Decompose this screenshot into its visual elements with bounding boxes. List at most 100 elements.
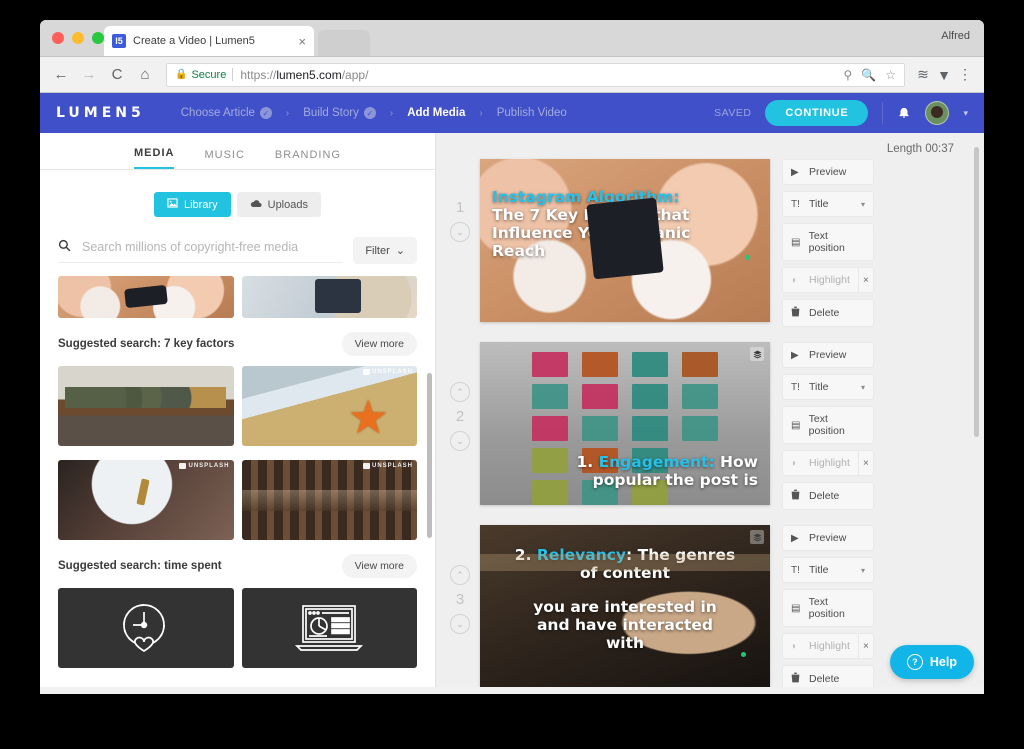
browser-menu-icon[interactable]: ⋮ [956,66,974,83]
storyboard-scrollbar[interactable] [974,147,979,437]
media-thumbnail[interactable]: UNSPLASH [241,366,417,446]
delete-button[interactable]: Delete [782,482,874,510]
step-add-media[interactable]: Add Media [407,107,465,119]
view-more-button[interactable]: View more [341,554,417,578]
highlight-control: ◗ Highlight × [782,267,874,293]
delete-button[interactable]: Delete [782,299,874,327]
media-thumbnail[interactable]: UNSPLASH [58,460,234,540]
lumen5-logo[interactable]: LUMEN5 [56,105,145,121]
divider [882,102,884,124]
text-position-icon: ▤ [791,419,801,431]
text-position-button[interactable]: ▤ Text position [782,406,874,444]
title-style-dropdown[interactable]: T! Title ▾ [782,191,874,217]
window-controls[interactable] [52,32,104,44]
chevron-down-icon: ▾ [860,565,865,575]
trash-icon [791,672,802,686]
library-button[interactable]: Library [154,192,231,217]
tab-branding[interactable]: BRANDING [275,149,341,169]
remove-highlight-button[interactable]: × [858,450,874,476]
close-icon[interactable]: × [298,34,306,49]
preview-button[interactable]: ▶ Preview [782,342,874,368]
caption-text: 1. [576,453,599,471]
tab-music[interactable]: MUSIC [204,149,244,169]
bookmark-star-icon[interactable]: ☆ [885,68,896,82]
media-thumbnail[interactable] [241,588,417,668]
search-input[interactable] [80,238,344,255]
media-results-list[interactable]: Suggested search: 7 key factors View mor… [40,276,435,687]
suggested-search-title: Suggested search: 7 key factors [58,338,235,350]
scene-canvas[interactable]: 1. Engagement: How popular the post is [480,342,770,505]
layers-icon[interactable] [750,530,764,544]
scene-canvas[interactable]: Instagram Algorithm: The 7 Key Factors t… [480,159,770,322]
text-position-button[interactable]: ▤ Text position [782,223,874,261]
remove-highlight-button[interactable]: × [858,267,874,293]
continue-button[interactable]: CONTINUE [765,100,869,126]
step-build-story[interactable]: Build Story ✓ [303,107,376,119]
media-thumbnail[interactable] [241,276,417,318]
home-icon[interactable]: ⌂ [134,64,156,86]
highlight-button[interactable]: ◗ Highlight [782,633,859,659]
back-icon[interactable]: ← [50,64,72,86]
new-tab-button[interactable] [318,30,370,56]
extension-layers-icon[interactable]: ≋ [914,66,932,83]
filter-button[interactable]: Filter ⌄ [353,237,417,264]
minimize-window-button[interactable] [72,32,84,44]
move-scene-down-button[interactable]: ⌄ [450,431,470,451]
scene-caption: 2. Relevancy: The genres of content you … [480,546,770,653]
extension-pocket-icon[interactable]: ▼ [935,67,953,83]
search-icon[interactable]: 🔍 [861,68,876,82]
uploads-button[interactable]: Uploads [236,192,321,217]
unsplash-label: UNSPLASH [371,369,413,375]
highlight-label: Highlight [809,640,850,652]
highlight-dot [745,255,750,260]
move-scene-down-button[interactable]: ⌄ [450,222,470,242]
tab-media[interactable]: MEDIA [134,147,175,169]
search-field[interactable] [58,238,344,263]
help-button[interactable]: ? Help [889,645,974,679]
address-bar[interactable]: 🔒 Secure https://lumen5.com/app/ ⚲ 🔍 ☆ [166,62,905,87]
highlight-button[interactable]: ◗ Highlight [782,450,859,476]
media-thumbnail[interactable] [58,588,234,668]
close-window-button[interactable] [52,32,64,44]
move-scene-up-button[interactable]: ⌃ [450,382,470,402]
maximize-window-button[interactable] [92,32,104,44]
chevron-right-icon: › [285,107,290,119]
browser-toolbar: ← → C ⌂ 🔒 Secure https://lumen5.com/app/… [40,57,984,93]
view-more-button[interactable]: View more [341,332,417,356]
preview-label: Preview [809,532,847,544]
chevron-down-icon[interactable]: ▾ [963,108,968,119]
reload-icon[interactable]: C [106,64,128,86]
magnifier-glyph [58,239,71,251]
avatar[interactable] [925,101,950,125]
browser-tab[interactable]: l5 Create a Video | Lumen5 × [104,26,314,56]
delete-button[interactable]: Delete [782,665,874,687]
question-mark-icon: ? [906,654,923,670]
preview-button[interactable]: ▶ Preview [782,525,874,551]
title-style-dropdown[interactable]: T! Title ▾ [782,557,874,583]
layers-icon[interactable] [750,347,764,361]
title-style-dropdown[interactable]: T! Title ▾ [782,374,874,400]
profile-name[interactable]: Alfred [941,30,970,42]
media-thumbnail[interactable]: UNSPLASH [241,460,417,540]
scene-canvas[interactable]: 2. Relevancy: The genres of content you … [480,525,770,687]
unsplash-badge: UNSPLASH [362,463,413,469]
preview-button[interactable]: ▶ Preview [782,159,874,185]
media-thumbnail[interactable] [58,276,234,318]
text-position-icon: ▤ [791,602,801,614]
sticky-note [631,351,668,377]
remove-highlight-button[interactable]: × [858,633,874,659]
highlight-button[interactable]: ◗ Highlight [782,267,859,293]
sticky-note [631,415,668,441]
media-panel-scrollbar[interactable] [427,373,432,538]
pin-icon[interactable]: ⚲ [843,68,852,82]
move-scene-up-button[interactable]: ⌃ [450,565,470,585]
omnibox-actions: ⚲ 🔍 ☆ [843,68,896,82]
sticky-note [532,383,569,409]
step-choose-article[interactable]: Choose Article ✓ [181,107,272,119]
media-thumbnail[interactable] [58,366,234,446]
move-scene-down-button[interactable]: ⌄ [450,614,470,634]
text-position-button[interactable]: ▤ Text position [782,589,874,627]
step-publish-video[interactable]: Publish Video [497,107,567,119]
unsplash-label: UNSPLASH [371,463,413,469]
notifications-bell-icon[interactable] [897,105,911,122]
